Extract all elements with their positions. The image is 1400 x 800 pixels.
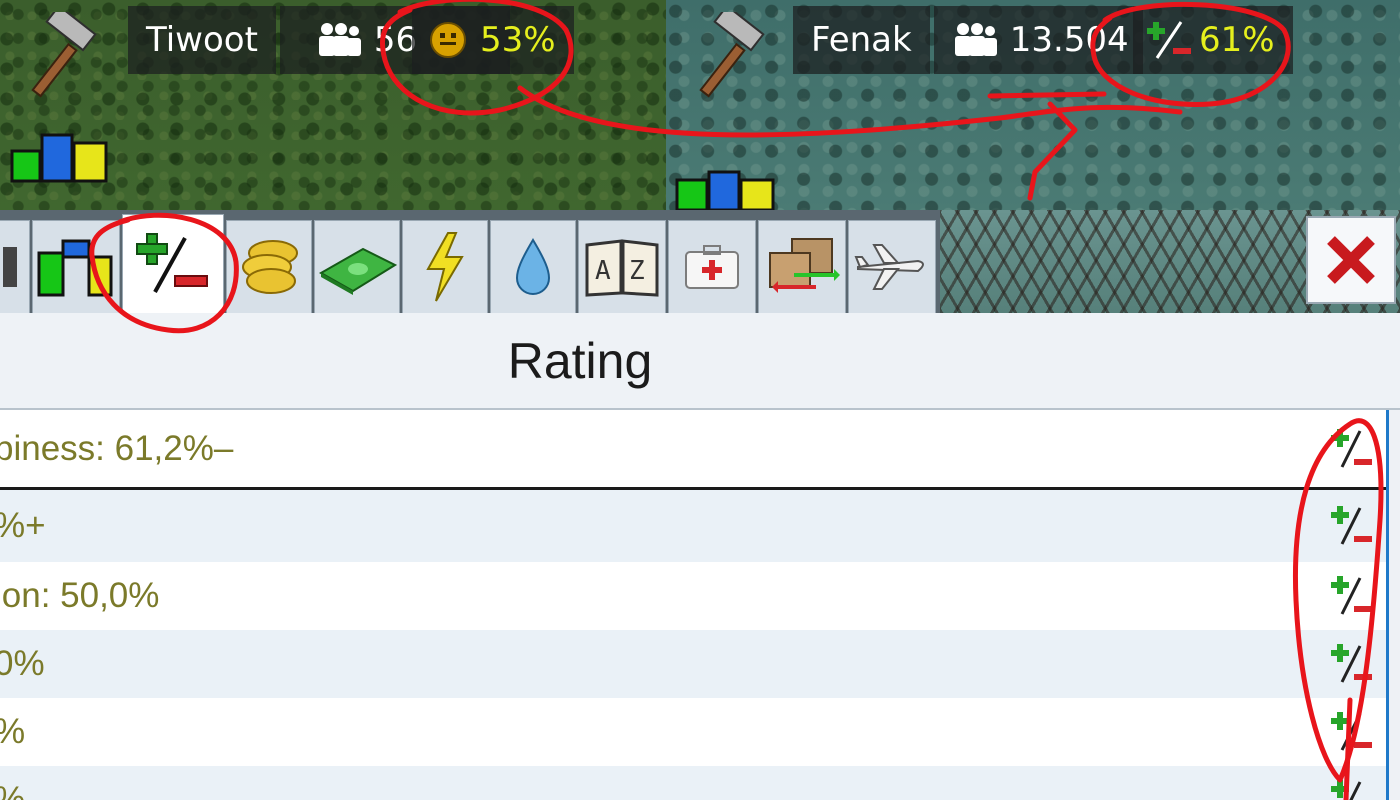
plus-minus-icon: [1331, 780, 1362, 800]
tab-city-stats[interactable]: [32, 220, 120, 313]
list-item[interactable]: 0%: [0, 630, 1386, 698]
window-title: Rating: [507, 332, 653, 389]
partial-tab-icon: [3, 247, 17, 287]
city-name: Tiwoot: [146, 20, 258, 60]
tab-money[interactable]: [314, 220, 400, 313]
plus-minus-icon: [1331, 506, 1372, 545]
people-icon: [954, 23, 997, 56]
water-drop-icon: [515, 238, 551, 295]
medical-kit-icon: [685, 245, 739, 289]
plus-minus-icon: [1331, 428, 1372, 468]
rating-plus-minus-icon: [136, 233, 208, 293]
list-item[interactable]: %: [0, 766, 1386, 800]
list-item[interactable]: piness: 61,2%–: [0, 410, 1386, 490]
tab-energy[interactable]: [402, 220, 488, 313]
tab-partial[interactable]: [0, 220, 30, 313]
gold-coins-icon: [242, 240, 298, 294]
svg-text:A: A: [595, 256, 611, 286]
window-header: Rating: [0, 313, 1400, 410]
rating-list[interactable]: piness: 61,2%– %+ ion: 50,0% 0% %: [0, 410, 1388, 800]
plus-minus-icon: [1331, 644, 1372, 683]
tab-gold[interactable]: [226, 220, 312, 313]
rating-row-text: piness: 61,2%–: [0, 428, 234, 468]
airplane-icon: [854, 244, 924, 290]
tab-trade[interactable]: [758, 220, 846, 313]
hammer-icon[interactable]: [686, 12, 766, 102]
rating-row-text: %+: [0, 506, 46, 545]
list-item[interactable]: ion: 50,0%: [0, 562, 1386, 630]
close-x-icon: [1327, 236, 1375, 284]
population-chip: 13.504: [933, 6, 1143, 74]
plus-minus-icon: [1331, 712, 1372, 751]
dictionary-az-icon: A Z: [585, 239, 659, 297]
tab-water[interactable]: [490, 220, 576, 313]
tab-rating[interactable]: [122, 214, 224, 313]
city-name-chip: Fenak: [793, 6, 930, 74]
plus-minus-icon: [1147, 21, 1191, 59]
city-stats-bars-icon[interactable]: [10, 133, 110, 183]
tab-health[interactable]: [668, 220, 756, 313]
transfer-boxes-icon: [769, 238, 840, 293]
rating-chip-tiwoot[interactable]: 53%: [412, 6, 574, 74]
population-value: 56: [373, 20, 418, 60]
city-bars-icon: [37, 239, 113, 297]
city-label-fenak[interactable]: Fenak 13.504: [793, 6, 1143, 74]
smiley-icon: [430, 22, 466, 58]
cash-icon: [318, 247, 397, 295]
svg-text:Z: Z: [629, 256, 645, 286]
city-name-chip: Tiwoot: [128, 6, 276, 74]
rating-value: 61%: [1199, 20, 1275, 60]
list-item[interactable]: %+: [0, 490, 1386, 562]
scrollbar[interactable]: [1386, 410, 1389, 800]
lightning-icon: [426, 232, 464, 302]
people-icon: [318, 23, 361, 56]
rating-row-text: 0%: [0, 644, 45, 683]
hammer-icon[interactable]: [18, 12, 98, 102]
tab-airport[interactable]: [848, 220, 936, 313]
tab-education[interactable]: A Z: [578, 220, 666, 313]
population-value: 13.504: [1009, 20, 1129, 60]
list-item[interactable]: %: [0, 698, 1386, 766]
rating-row-text: ion: 50,0%: [0, 576, 160, 615]
rating-value: 53%: [480, 20, 556, 60]
rating-chip-fenak[interactable]: 61%: [1133, 6, 1293, 74]
rating-row-text: %: [0, 780, 25, 800]
city-name: Fenak: [811, 20, 912, 60]
plus-minus-icon: [1331, 576, 1372, 615]
close-button[interactable]: [1306, 216, 1396, 304]
rating-row-text: %: [0, 712, 25, 752]
city-stats-bars-icon[interactable]: [675, 170, 775, 210]
